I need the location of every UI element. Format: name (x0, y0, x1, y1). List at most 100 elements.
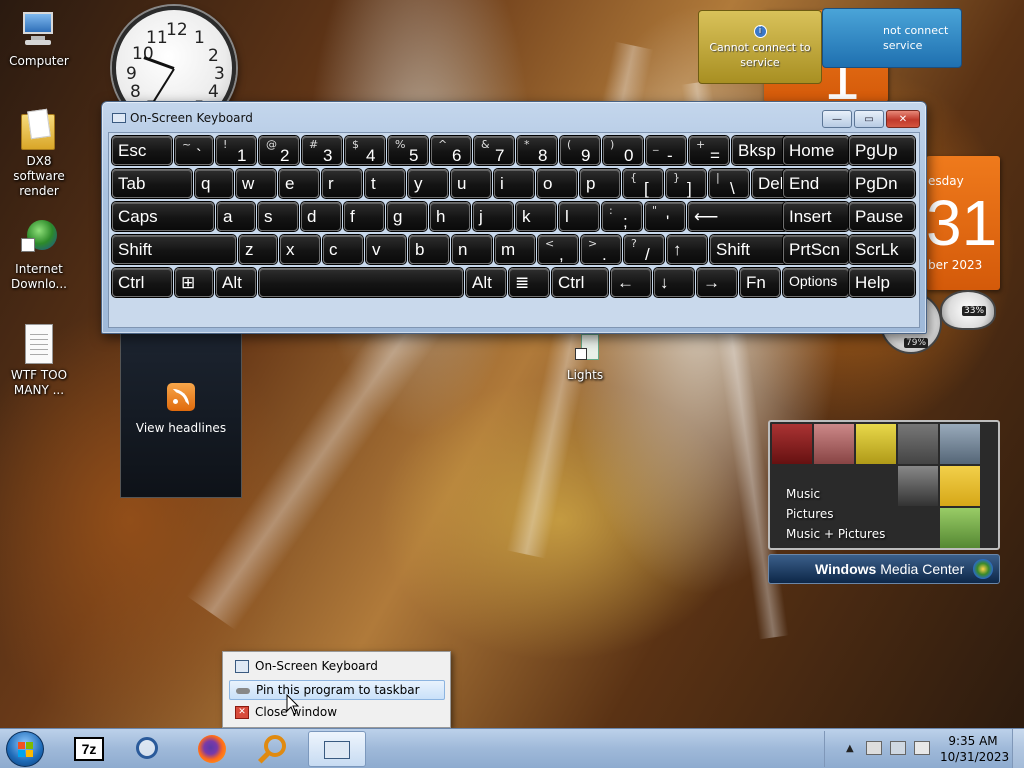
on-screen-keyboard-window[interactable]: On-Screen Keyboard — ▭ ✕ Esc ~ `! 1 @2 #3 $4% 5… (101, 101, 927, 334)
key-0-10[interactable]: (9 (560, 136, 600, 165)
key-4-3[interactable] (259, 268, 463, 297)
view-headlines-link[interactable]: View headlines (121, 421, 241, 435)
key-1-2[interactable]: w (236, 169, 276, 198)
key-2-7[interactable]: j (473, 202, 513, 231)
key-4-4[interactable]: Alt (466, 268, 506, 297)
media-menu-music-pictures[interactable]: Music + Pictures (786, 524, 885, 544)
show-desktop-button[interactable] (1012, 729, 1024, 768)
key-0-9[interactable]: * 8 (517, 136, 557, 165)
media-center-title-bar[interactable]: Windows Media Center (768, 554, 1000, 584)
key-0-4[interactable]: #3 (302, 136, 342, 165)
key-4-2[interactable]: Alt (216, 268, 256, 297)
media-menu-pictures[interactable]: Pictures (786, 504, 885, 524)
key-4-5[interactable]: ≣ (509, 268, 549, 297)
media-center-gadget[interactable]: Music Pictures Music + Pictures (768, 420, 1000, 550)
key-3-11[interactable]: ↑ (667, 235, 707, 264)
key-2-3[interactable]: d (301, 202, 341, 231)
key-3-0[interactable]: Shift (112, 235, 236, 264)
key-1-8[interactable]: i (494, 169, 534, 198)
key-3-1[interactable]: z (239, 235, 277, 264)
key-1-3[interactable]: e (279, 169, 319, 198)
jump-list-item-close[interactable]: ✕ Close window (229, 703, 445, 723)
chevron-up-icon[interactable]: ▲ (846, 743, 854, 754)
key-0-12[interactable]: _ - (646, 136, 686, 165)
key-0-16[interactable]: PgUp (849, 136, 915, 165)
key-3-8[interactable]: <, (538, 235, 578, 264)
key-4-9[interactable]: → (697, 268, 737, 297)
clock-time[interactable]: 9:35 AM (940, 734, 1006, 748)
start-button[interactable] (6, 731, 44, 767)
key-2-0[interactable]: Caps (112, 202, 214, 231)
volume-muted-icon[interactable] (914, 741, 930, 755)
key-0-6[interactable]: % 5 (388, 136, 428, 165)
key-1-10[interactable]: p (580, 169, 620, 198)
key-3-12[interactable]: Shift (710, 235, 790, 264)
key-0-11[interactable]: ) 0 (603, 136, 643, 165)
key-4-11[interactable]: Options (783, 268, 849, 297)
desktop-icon-internet-download[interactable]: Internet Downlo... (0, 218, 78, 292)
key-3-3[interactable]: c (323, 235, 363, 264)
restore-button[interactable]: ▭ (854, 110, 884, 128)
key-1-0[interactable]: Tab (112, 169, 192, 198)
key-1-13[interactable]: | \ (709, 169, 749, 198)
desktop-icon-dx8[interactable]: DX8 software render (0, 108, 78, 199)
action-center-icon[interactable] (866, 741, 882, 755)
feed-headlines-gadget[interactable]: View headlines (120, 330, 242, 498)
key-1-6[interactable]: y (408, 169, 448, 198)
key-3-2[interactable]: x (280, 235, 320, 264)
media-menu-music[interactable]: Music (786, 484, 885, 504)
key-2-6[interactable]: h (430, 202, 470, 231)
key-0-1[interactable]: ~ ` (175, 136, 213, 165)
clock-date[interactable]: 10/31/2023 (940, 750, 1009, 764)
desktop-icon-text-file[interactable]: WTF TOO MANY ... (0, 324, 78, 398)
key-4-6[interactable]: Ctrl (552, 268, 608, 297)
key-4-1[interactable]: ⊞ (175, 268, 213, 297)
key-1-1[interactable]: q (195, 169, 233, 198)
jump-list-item-open[interactable]: On-Screen Keyboard (229, 657, 445, 677)
memory-meter-gadget[interactable]: 33% (940, 290, 996, 330)
desktop-icon-lights[interactable]: Lights (546, 334, 624, 383)
taskbar-osk-button[interactable] (308, 731, 366, 767)
key-2-8[interactable]: k (516, 202, 556, 231)
desktop-icon-computer[interactable]: Computer (0, 10, 78, 69)
key-1-16[interactable]: PgDn (849, 169, 915, 198)
key-3-7[interactable]: m (495, 235, 535, 264)
weather-gadget-back[interactable]: not connect service (822, 8, 962, 68)
key-3-10[interactable]: ? / (624, 235, 664, 264)
key-1-7[interactable]: u (451, 169, 491, 198)
key-3-14[interactable]: ScrLk (849, 235, 915, 264)
key-1-12[interactable]: }] (666, 169, 706, 198)
calendar-gadget-2[interactable]: esday 31 ber 2023 (926, 156, 1000, 290)
key-4-8[interactable]: ↓ (654, 268, 694, 297)
key-0-8[interactable]: & 7 (474, 136, 514, 165)
key-0-3[interactable]: @2 (259, 136, 299, 165)
key-2-4[interactable]: f (344, 202, 384, 231)
taskbar-7zip-button[interactable]: 7z (62, 731, 116, 767)
key-0-13[interactable]: + = (689, 136, 729, 165)
key-2-1[interactable]: a (217, 202, 255, 231)
taskbar-firefox-button[interactable] (184, 731, 238, 767)
key-3-9[interactable]: >. (581, 235, 621, 264)
key-2-11[interactable]: " ' (645, 202, 685, 231)
taskbar-search-button[interactable] (248, 731, 302, 767)
key-1-5[interactable]: t (365, 169, 405, 198)
key-4-7[interactable]: ← (611, 268, 651, 297)
key-2-13[interactable]: Insert (783, 202, 849, 231)
network-icon[interactable] (890, 741, 906, 755)
key-3-6[interactable]: n (452, 235, 492, 264)
key-1-15[interactable]: End (783, 169, 849, 198)
key-2-9[interactable]: l (559, 202, 599, 231)
key-4-12[interactable]: Help (849, 268, 915, 297)
key-0-5[interactable]: $4 (345, 136, 385, 165)
key-0-2[interactable]: ! 1 (216, 136, 256, 165)
key-2-12[interactable]: ⟵ (688, 202, 788, 231)
jump-list-item-pin[interactable]: Pin this program to taskbar (229, 680, 445, 700)
minimize-button[interactable]: — (822, 110, 852, 128)
weather-gadget[interactable]: i Cannot connect to service (698, 10, 822, 84)
key-2-10[interactable]: :; (602, 202, 642, 231)
key-2-2[interactable]: s (258, 202, 298, 231)
key-2-14[interactable]: Pause (849, 202, 915, 231)
key-0-7[interactable]: ^ 6 (431, 136, 471, 165)
key-0-0[interactable]: Esc (112, 136, 172, 165)
key-4-10[interactable]: Fn (740, 268, 780, 297)
